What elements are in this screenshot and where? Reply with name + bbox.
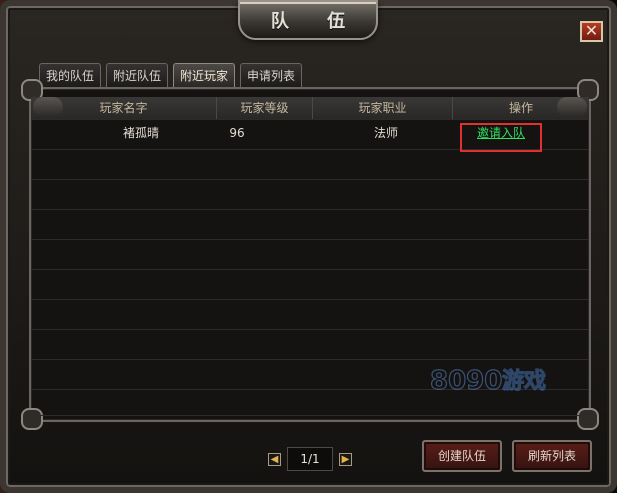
page-indicator: 1/1 — [287, 447, 333, 471]
prev-page-button[interactable]: ◀ — [268, 452, 281, 466]
row-divider — [31, 299, 589, 300]
window-title: 队 伍 — [270, 11, 362, 32]
row-divider — [31, 209, 589, 210]
dragon-ornament-icon-left — [33, 97, 63, 117]
close-icon: ✕ — [584, 21, 599, 40]
tab-my-team[interactable]: 我的队伍 — [39, 63, 102, 87]
row-divider — [31, 389, 589, 390]
player-level: 96 — [229, 126, 245, 140]
player-list-panel: 玩家名字 玩家等级 玩家职业 操作 褚孤晴 96 法师 邀请入队 — [21, 79, 599, 430]
dragon-ornament-icon-right — [557, 97, 587, 117]
tab-applications[interactable]: 申请列表 — [240, 63, 303, 87]
row-divider — [31, 329, 589, 330]
next-page-button[interactable]: ▶ — [339, 452, 352, 466]
create-team-button[interactable]: 创建队伍 — [422, 440, 502, 472]
row-divider — [31, 269, 589, 270]
tab-nearby-teams[interactable]: 附近队伍 — [106, 63, 169, 87]
tab-nearby-players[interactable]: 附近玩家 — [173, 63, 236, 87]
header-player-level: 玩家等级 — [217, 97, 313, 119]
row-divider — [31, 239, 589, 240]
close-button[interactable]: ✕ — [580, 21, 603, 42]
player-name: 褚孤晴 — [122, 126, 159, 140]
arrow-right-icon: ▶ — [341, 453, 350, 465]
table-grid — [31, 119, 589, 416]
arrow-left-icon: ◀ — [270, 453, 279, 465]
pager: ◀ 1/1 ▶ — [268, 447, 352, 471]
player-class: 法师 — [373, 126, 398, 140]
table-row[interactable]: 褚孤晴 96 法师 邀请入队 — [31, 119, 589, 152]
row-divider — [31, 359, 589, 360]
highlight-box — [460, 123, 542, 152]
title-plate: 队 伍 — [238, 0, 378, 40]
header-player-class: 玩家职业 — [313, 97, 453, 119]
tab-bar: 我的队伍 附近队伍 附近玩家 申请列表 — [39, 63, 303, 88]
row-divider — [31, 415, 589, 416]
table-header: 玩家名字 玩家等级 玩家职业 操作 — [31, 97, 589, 119]
row-divider — [31, 179, 589, 180]
refresh-list-button[interactable]: 刷新列表 — [512, 440, 592, 472]
